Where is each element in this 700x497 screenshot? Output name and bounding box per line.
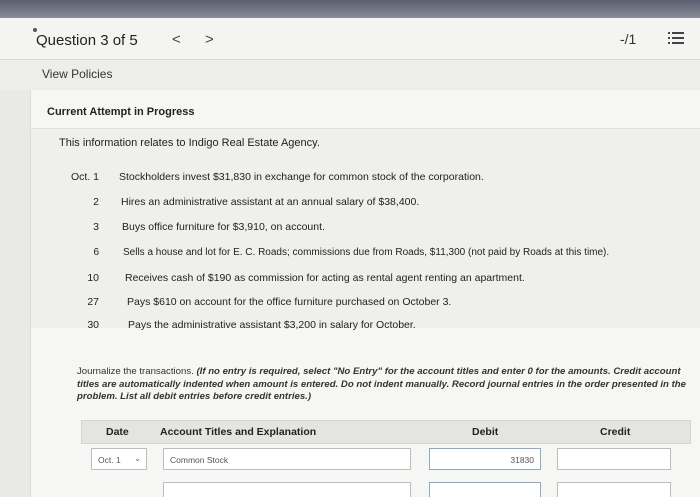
transaction-date: 3 [93, 221, 99, 233]
transaction-date: 10 [87, 272, 99, 284]
question-card: Current Attempt in Progress This informa… [30, 90, 700, 497]
transaction-text: Hires an administrative assistant at an … [121, 196, 420, 208]
transaction-text: Buys office furniture for $3,910, on acc… [122, 221, 325, 233]
credit-amount-input[interactable] [557, 482, 671, 497]
transaction-date: 30 [87, 319, 99, 331]
credit-amount-input[interactable] [557, 448, 671, 470]
question-score: -/1 [620, 31, 637, 47]
transaction-date: 27 [87, 296, 99, 308]
account-title-input[interactable] [163, 482, 411, 497]
account-title-input[interactable]: Common Stock [163, 448, 411, 470]
journal-header-row: Date Account Titles and Explanation Debi… [81, 420, 691, 444]
instructions: Journalize the transactions. (If no entr… [77, 366, 687, 404]
debit-column-header: Debit [472, 426, 499, 438]
date-select-value: Oct. 1 [98, 455, 121, 465]
next-question-button[interactable]: > [205, 31, 214, 48]
transaction-text: Sells a house and lot for E. C. Roads; c… [123, 247, 610, 258]
question-label: Question 3 of 5 [36, 32, 138, 49]
transaction-text: Stockholders invest $31,830 in exchange … [119, 171, 484, 183]
transaction-date: Oct. 1 [70, 171, 99, 183]
debit-amount-input[interactable] [429, 482, 541, 497]
transaction-text: Pays the administrative assistant $3,200… [128, 319, 416, 331]
chevron-down-icon: ⌄ [134, 454, 141, 463]
transaction-text: Pays $610 on account for the office furn… [127, 296, 452, 308]
transaction-date: 2 [93, 196, 99, 208]
credit-column-header: Credit [600, 426, 631, 438]
debit-amount-value: 31830 [510, 455, 534, 465]
attempt-status: Current Attempt in Progress [47, 106, 195, 118]
policies-bar: View Policies [0, 60, 700, 90]
account-title-value: Common Stock [170, 455, 229, 465]
transaction-text: Receives cash of $190 as commission for … [125, 272, 525, 284]
previous-question-button[interactable]: < [172, 31, 181, 48]
account-column-header: Account Titles and Explanation [160, 426, 317, 438]
view-policies-link[interactable]: View Policies [42, 67, 112, 81]
instruction-lead: Journalize the transactions. [77, 366, 194, 377]
date-column-header: Date [106, 426, 129, 438]
problem-intro: This information relates to Indigo Real … [59, 137, 320, 149]
debit-amount-input[interactable]: 31830 [429, 448, 541, 470]
date-select[interactable]: Oct. 1 ⌄ [91, 448, 147, 470]
question-header: Question 3 of 5 < > -/1 [0, 18, 700, 60]
journal-entry-table: Date Account Titles and Explanation Debi… [81, 420, 700, 497]
browser-top-bar [0, 0, 700, 18]
list-icon[interactable] [668, 30, 684, 46]
problem-info-panel: This information relates to Indigo Real … [31, 128, 700, 331]
transaction-date: 6 [93, 247, 99, 258]
